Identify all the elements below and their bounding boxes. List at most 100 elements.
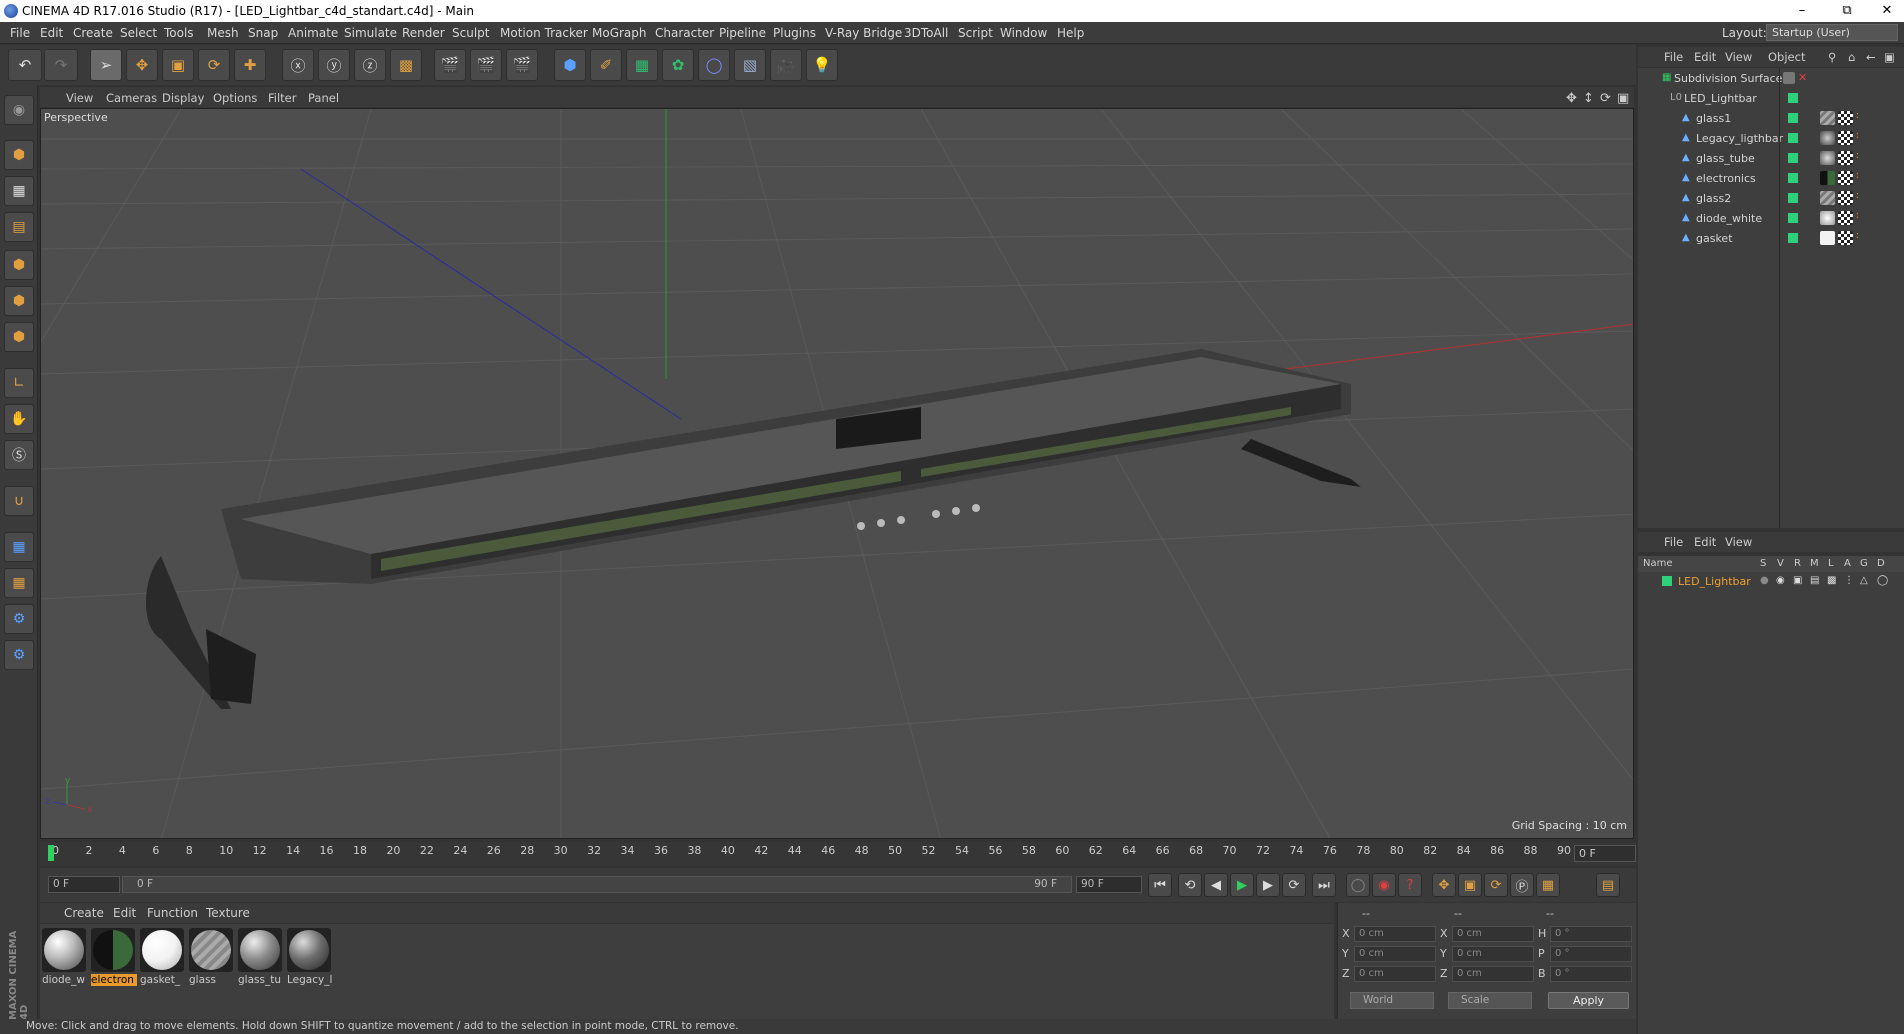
render-picture-viewer-icon[interactable]: 🎬 (470, 49, 502, 81)
enabled-check[interactable] (1788, 173, 1798, 183)
material-swatch[interactable]: electron (91, 928, 137, 986)
material-swatch[interactable]: gasket_ (140, 928, 186, 986)
z-axis-lock-icon[interactable]: ⓩ (354, 49, 386, 81)
menu-3dtoall[interactable]: 3DToAll (904, 26, 948, 40)
material-tag-icon[interactable] (1820, 231, 1835, 245)
object-row-diode-white[interactable]: ▲ diode_white ∶ (1638, 208, 1904, 228)
om-menu-object[interactable]: Object (1768, 50, 1805, 64)
model-mode-icon[interactable]: ⬢ (4, 140, 34, 170)
disable-x-icon[interactable]: ✕ (1798, 71, 1810, 84)
deformer-icon[interactable]: ◯ (698, 49, 730, 81)
timeline-window-icon[interactable]: ▤ (1596, 873, 1620, 897)
object-row-legacy-ligthbar[interactable]: ▲ Legacy_ligthbar ∶ (1638, 128, 1904, 148)
menu-help[interactable]: Help (1057, 26, 1084, 40)
layout-select[interactable]: Startup (User) (1766, 24, 1898, 41)
rotation-h-field[interactable]: 0 ° (1550, 926, 1632, 942)
menu-create[interactable]: Create (73, 26, 113, 40)
locked-workplane-icon[interactable]: ▦ (4, 568, 34, 598)
rotate-tool-icon[interactable]: ⟳ (198, 49, 230, 81)
render-icon[interactable]: ▣ (1793, 575, 1802, 586)
deformers-icon[interactable]: ◯ (1877, 575, 1888, 586)
size-x-field[interactable]: 0 cm (1452, 926, 1534, 942)
magnet-icon[interactable]: ∪ (4, 486, 34, 516)
menu-sculpt[interactable]: Sculpt (452, 26, 489, 40)
layer-menu-edit[interactable]: Edit (1694, 535, 1716, 549)
enabled-check[interactable] (1788, 113, 1798, 123)
layer-row[interactable]: LED_Lightbar ● ◉ ▣ ▤ ▩ ⋮ △ ◯ (1638, 572, 1904, 590)
phong-tag-icon[interactable]: ∶ (1856, 171, 1871, 185)
spline-pen-icon[interactable]: ✐ (590, 49, 622, 81)
python-console-icon[interactable]: ⚙ (4, 640, 34, 670)
live-selection-icon[interactable]: ➢ (90, 49, 122, 81)
home-icon[interactable]: ⌂ (1848, 50, 1855, 64)
start-frame-field[interactable]: 0 F (48, 876, 120, 893)
material-tag-icon[interactable] (1820, 151, 1835, 165)
viewport-menu-cameras[interactable]: Cameras (106, 91, 157, 105)
material-tag-icon[interactable] (1820, 111, 1835, 125)
grid-enable-icon[interactable]: ▦ (4, 532, 34, 562)
viewport-menu-options[interactable]: Options (213, 91, 257, 105)
texture-tag-icon[interactable] (1838, 231, 1853, 245)
tweak-mode-icon[interactable]: ✋ (4, 404, 34, 434)
menu-plugins[interactable]: Plugins (773, 26, 816, 40)
texture-tag-icon[interactable] (1838, 131, 1853, 145)
menu-character[interactable]: Character (655, 26, 714, 40)
menu-edit[interactable]: Edit (40, 26, 63, 40)
previous-frame-icon[interactable]: ◀ (1204, 873, 1228, 897)
object-row-gasket[interactable]: ▲ gasket ∶ (1638, 228, 1904, 248)
next-frame-icon[interactable]: ▶ (1256, 873, 1280, 897)
cube-object-icon[interactable]: ⬢ (554, 49, 586, 81)
enabled-check[interactable] (1788, 153, 1798, 163)
visibility-toggle-icon[interactable] (1783, 72, 1795, 84)
subdivision-generator-icon[interactable]: ▦ (626, 49, 658, 81)
key-pla-icon[interactable]: ▦ (1536, 873, 1560, 897)
enabled-check[interactable] (1788, 133, 1798, 143)
menu-mesh[interactable]: Mesh (207, 26, 239, 40)
manager-icon[interactable]: ▤ (1810, 575, 1819, 586)
frame-range-slider[interactable]: 0 F 90 F (122, 876, 1072, 893)
object-row-glass2[interactable]: ▲ glass2 ∶ (1638, 188, 1904, 208)
menu-vray-bridge[interactable]: V-Ray Bridge (825, 26, 902, 40)
floor-environment-icon[interactable]: ▧ (734, 49, 766, 81)
restore-icon[interactable]: ⧉ (1830, 0, 1864, 22)
phong-tag-icon[interactable]: ∶ (1856, 151, 1871, 165)
size-y-field[interactable]: 0 cm (1452, 946, 1534, 962)
end-frame-field[interactable]: 90 F (1076, 876, 1142, 893)
menu-tools[interactable]: Tools (164, 26, 194, 40)
layer-menu-view[interactable]: View (1725, 535, 1752, 549)
make-editable-icon[interactable]: ◉ (4, 95, 34, 125)
om-menu-edit[interactable]: Edit (1694, 50, 1716, 64)
3d-viewport[interactable]: y x z Perspective Grid Spacing : 10 cm (40, 108, 1634, 839)
phong-tag-icon[interactable]: ∶ (1856, 191, 1871, 205)
size-z-field[interactable]: 0 cm (1452, 966, 1534, 982)
render-view-icon[interactable]: 🎬 (434, 49, 466, 81)
keyframe-selection-icon[interactable]: ? (1398, 873, 1422, 897)
layer-menu-file[interactable]: File (1664, 535, 1683, 549)
material-menu-edit[interactable]: Edit (113, 906, 136, 920)
scale-tool-icon[interactable]: ▣ (162, 49, 194, 81)
close-icon[interactable]: ✕ (1870, 0, 1904, 22)
back-icon[interactable]: ← (1866, 50, 1876, 64)
object-row-subdivision-surface[interactable]: ▦ Subdivision Surface ✕ (1638, 68, 1904, 88)
layer-color-swatch[interactable] (1662, 576, 1672, 586)
menu-animate[interactable]: Animate (288, 26, 338, 40)
viewport-menu-display[interactable]: Display (162, 91, 204, 105)
recent-tools-icon[interactable]: ✚ (234, 49, 266, 81)
animation-icon[interactable]: ⋮ (1844, 575, 1854, 586)
search-icon[interactable]: ⚲ (1828, 50, 1836, 64)
position-x-field[interactable]: 0 cm (1354, 926, 1436, 942)
new-view-icon[interactable]: ▣ (1884, 50, 1895, 64)
menu-snap[interactable]: Snap (248, 26, 278, 40)
material-menu-function[interactable]: Function (147, 906, 198, 920)
texture-tag-icon[interactable] (1838, 211, 1853, 225)
menu-render[interactable]: Render (402, 26, 445, 40)
move-tool-icon[interactable]: ✥ (126, 49, 158, 81)
polygons-mode-icon[interactable]: ⬢ (4, 322, 34, 352)
menu-file[interactable]: File (10, 26, 30, 40)
solo-icon[interactable]: ● (1760, 575, 1769, 586)
edit-render-settings-icon[interactable]: 🎬 (506, 49, 538, 81)
menu-select[interactable]: Select (120, 26, 157, 40)
go-to-start-icon[interactable]: ⏮ (1148, 873, 1172, 897)
object-row-led-lightbar[interactable]: L0 LED_Lightbar (1638, 88, 1904, 108)
key-scale-icon[interactable]: ▣ (1458, 873, 1482, 897)
